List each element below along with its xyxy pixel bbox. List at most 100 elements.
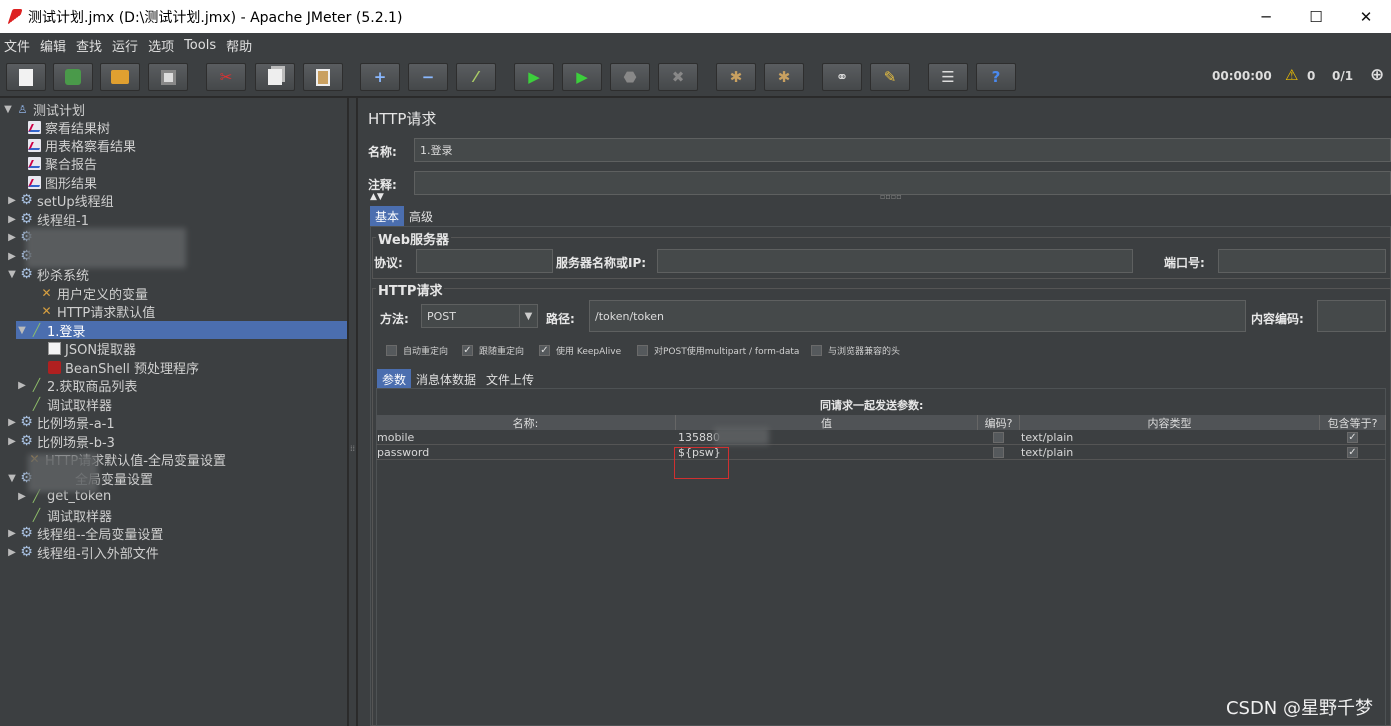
tab-file-upload[interactable]: 文件上传	[481, 369, 540, 389]
tree-node[interactable]: BeanShell 预处理程序	[34, 358, 199, 377]
path-field[interactable]: /token/token	[589, 300, 1246, 332]
name-field[interactable]: 1.登录	[414, 138, 1391, 162]
post-processor-icon	[48, 341, 61, 355]
follow-redirect-checkbox[interactable]: ✓ 跟随重定向	[462, 344, 524, 357]
tree-node[interactable]: ▶ ⚙ 线程组-1	[6, 210, 89, 229]
col-header-name[interactable]: 名称:	[376, 415, 676, 430]
protocol-field[interactable]	[416, 249, 553, 273]
clear-all-icon[interactable]: ✱	[764, 63, 804, 91]
tree-node[interactable]: ▼ ♙ 测试计划	[2, 100, 85, 119]
start-icon[interactable]: ▶	[514, 63, 554, 91]
menu-tools[interactable]: Tools	[184, 38, 216, 53]
auto-redirect-checkbox[interactable]: 自动重定向	[386, 344, 448, 357]
paste-icon[interactable]	[303, 63, 343, 91]
tree-node[interactable]: JSON提取器	[34, 339, 136, 358]
tree-node[interactable]: ╱ 调试取样器	[16, 506, 112, 525]
toggle-icon[interactable]: ⁄	[456, 63, 496, 91]
tree-node[interactable]: ▶ ╱ 2.获取商品列表	[16, 376, 137, 395]
check-icon[interactable]: ✓	[1347, 432, 1358, 443]
menu-search[interactable]: 查找	[76, 36, 102, 55]
menu-bar: 文件 编辑 查找 运行 选项 Tools 帮助	[0, 33, 1391, 57]
encode-checkbox[interactable]	[993, 432, 1004, 443]
server-label: 服务器名称或IP:	[556, 256, 647, 270]
multipart-checkbox[interactable]: 对POST使用multipart / form-data	[637, 344, 799, 357]
config-element-icon: ✕	[41, 304, 52, 318]
collapse-arrows-icon[interactable]: ▲▼	[370, 192, 384, 202]
open-icon[interactable]	[100, 63, 140, 91]
help-icon[interactable]: ?	[976, 63, 1016, 91]
browser-headers-checkbox[interactable]: 与浏览器兼容的头	[811, 344, 900, 357]
menu-run[interactable]: 运行	[112, 36, 138, 55]
tree-node[interactable]: ✕ HTTP请求默认值	[26, 302, 155, 321]
col-header-include-equals[interactable]: 包含等于?	[1320, 415, 1386, 430]
menu-file[interactable]: 文件	[4, 36, 30, 55]
templates-icon[interactable]	[53, 63, 93, 91]
tab-basic[interactable]: 基本	[370, 206, 405, 226]
table-row[interactable]: mobile 135880 text/plain ✓	[376, 427, 1386, 445]
copy-icon[interactable]	[255, 63, 295, 91]
tab-advanced[interactable]: 高级	[404, 206, 439, 226]
minimize-button[interactable]: ─	[1241, 0, 1291, 33]
warning-icon[interactable]: ⚠	[1285, 66, 1298, 84]
collapse-icon[interactable]: −	[408, 63, 448, 91]
save-icon[interactable]	[148, 63, 188, 91]
function-helper-icon[interactable]: ☰	[928, 63, 968, 91]
encode-checkbox[interactable]	[993, 447, 1004, 458]
col-header-encode[interactable]: 编码?	[978, 415, 1020, 430]
tree-node[interactable]: 用表格察看结果	[14, 136, 136, 155]
cut-icon[interactable]: ✂	[206, 63, 246, 91]
close-button[interactable]: ✕	[1341, 0, 1391, 33]
menu-options[interactable]: 选项	[148, 36, 174, 55]
search-icon[interactable]: ⚭	[822, 63, 862, 91]
listener-icon	[28, 175, 41, 189]
encoding-field[interactable]	[1317, 300, 1386, 332]
check-icon: ✓	[462, 345, 473, 356]
watermark: CSDN @星野千梦	[1225, 698, 1373, 719]
thread-group-icon: ⚙	[20, 266, 33, 282]
shutdown-icon[interactable]: ✖	[658, 63, 698, 91]
resize-grip-icon[interactable]: ▫▫▫▫	[880, 192, 902, 201]
menu-edit[interactable]: 编辑	[40, 36, 66, 55]
tree-node[interactable]: ✕ 用户定义的变量	[26, 284, 148, 303]
tree-node[interactable]: ▶ ⚙ setUp线程组	[6, 191, 114, 210]
reset-search-icon[interactable]: ✎	[870, 63, 910, 91]
tree-node[interactable]: ▶ ⚙ 线程组-引入外部文件	[6, 543, 159, 562]
col-header-content-type[interactable]: 内容类型	[1020, 415, 1320, 430]
tree-node-selected[interactable]: ▼ ╱ 1.登录	[16, 321, 347, 340]
tree-node[interactable]: ╱ 调试取样器	[16, 395, 112, 414]
tab-body-data[interactable]: 消息体数据	[411, 369, 482, 389]
tab-parameters[interactable]: 参数	[377, 369, 412, 389]
comment-field[interactable]	[414, 171, 1391, 195]
split-pane-divider[interactable]: ⁞⁞	[349, 98, 357, 726]
tree-node[interactable]: ▶ ⚙ 比例场景-a-1	[6, 413, 114, 432]
check-icon[interactable]: ✓	[1347, 447, 1358, 458]
panel-title: HTTP请求	[368, 110, 437, 128]
chevron-down-icon[interactable]: ▼	[519, 304, 538, 328]
remote-icon[interactable]: ⊕	[1370, 65, 1384, 85]
param-name[interactable]: mobile	[377, 431, 414, 444]
stop-icon[interactable]: ⬣	[610, 63, 650, 91]
maximize-button[interactable]: ☐	[1291, 0, 1341, 33]
tree-node[interactable]: ▶ ⚙ 比例场景-b-3	[6, 432, 115, 451]
web-server-title: Web服务器	[376, 229, 451, 248]
port-field[interactable]	[1218, 249, 1386, 273]
param-name[interactable]: password	[377, 446, 429, 459]
tree-node[interactable]: 聚合报告	[14, 154, 97, 173]
menu-help[interactable]: 帮助	[226, 36, 252, 55]
tree-node[interactable]: 图形结果	[14, 173, 97, 192]
new-icon[interactable]	[6, 63, 46, 91]
server-field[interactable]	[657, 249, 1133, 273]
params-caption: 同请求一起发送参数:	[820, 399, 924, 412]
keepalive-checkbox[interactable]: ✓ 使用 KeepAlive	[539, 344, 621, 357]
expand-icon[interactable]: +	[360, 63, 400, 91]
tree-node[interactable]: ▶ ⚙ 线程组--全局变量设置	[6, 524, 163, 543]
tree-node[interactable]: 察看结果树	[14, 118, 110, 137]
table-row[interactable]: password ${psw} text/plain ✓	[376, 445, 1386, 460]
start-no-pause-icon[interactable]: ▶	[562, 63, 602, 91]
param-content-type[interactable]: text/plain	[1021, 431, 1073, 444]
check-icon: ✓	[539, 345, 550, 356]
tree-node[interactable]: ▼ ⚙ 秒杀系统	[6, 265, 89, 284]
param-content-type[interactable]: text/plain	[1021, 446, 1073, 459]
method-select[interactable]: POST	[421, 304, 521, 328]
clear-icon[interactable]: ✱	[716, 63, 756, 91]
